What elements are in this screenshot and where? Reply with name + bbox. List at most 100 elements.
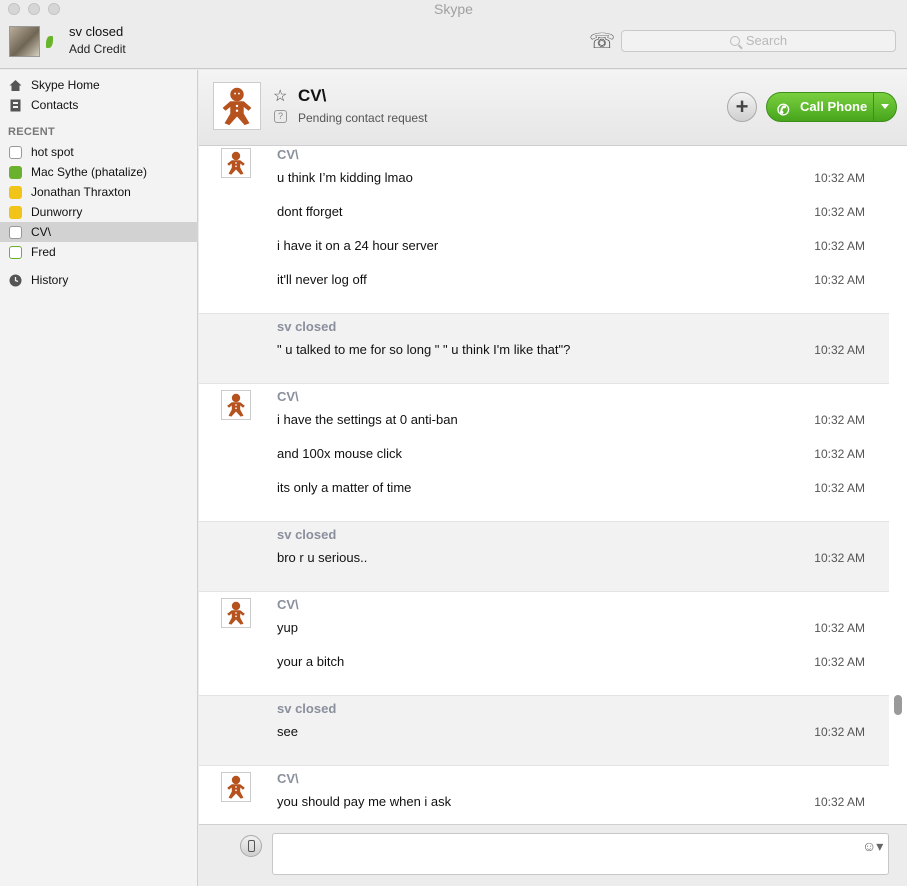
sender-name[interactable]: sv closed xyxy=(277,701,336,716)
sidebar-item-skype-home[interactable]: Skype Home xyxy=(0,75,198,95)
sidebar-item-label: Skype Home xyxy=(31,78,100,92)
message-text: i have the settings at 0 anti-ban xyxy=(277,412,458,427)
sender-avatar[interactable] xyxy=(221,772,251,802)
pending-status-icon xyxy=(9,226,22,239)
add-credit-link[interactable]: Add Credit xyxy=(69,42,126,56)
recent-item-fred[interactable]: Fred xyxy=(0,242,198,262)
my-name[interactable]: sv closed xyxy=(69,24,123,39)
message-group: CV\ yup 10:32 AM your a bitch 10:32 AM xyxy=(199,592,889,696)
message-timestamp: 10:32 AM xyxy=(814,239,865,253)
message-timestamp: 10:32 AM xyxy=(814,171,865,185)
title-bar: Skype xyxy=(0,0,907,20)
away-status-icon xyxy=(9,206,22,219)
sender-avatar[interactable] xyxy=(221,148,251,178)
sidebar: Skype Home Contacts RECENT hot spot Mac … xyxy=(0,70,198,886)
sender-avatar[interactable] xyxy=(221,390,251,420)
conversation-header: ☆ CV\ ? Pending contact request + ✆ Call… xyxy=(199,70,907,146)
phone-icon: ✆ xyxy=(777,102,790,119)
message-group: CV\ u think I’m kidding lmao 10:32 AM dont … xyxy=(199,146,889,314)
gingerbread-avatar-icon xyxy=(222,87,252,126)
message-group: sv closed " u talked to me for so long " … xyxy=(199,314,889,384)
message-text: and 100x mouse click xyxy=(277,446,403,461)
call-phone-label: Call Phone xyxy=(800,99,868,114)
sender-name[interactable]: CV\ xyxy=(277,771,299,786)
sidebar-item-contacts[interactable]: Contacts xyxy=(0,95,198,115)
message-text: you should pay me when i ask xyxy=(277,794,452,809)
message-scrollbar-thumb[interactable] xyxy=(894,695,902,715)
gingerbread-avatar-icon xyxy=(227,601,245,625)
sender-avatar[interactable] xyxy=(221,598,251,628)
send-sms-button[interactable] xyxy=(240,835,262,857)
call-options-dropdown[interactable] xyxy=(881,104,889,109)
message-timestamp: 10:32 AM xyxy=(814,725,865,739)
message-text: " u talked to me for so long " " u think… xyxy=(277,342,571,357)
message-timestamp: 10:32 AM xyxy=(814,795,865,809)
close-window-button[interactable] xyxy=(8,3,20,15)
message-timestamp: 10:32 AM xyxy=(814,343,865,357)
message-text: bro r u serious.. xyxy=(277,550,368,565)
contacts-book-icon xyxy=(10,99,21,112)
clock-icon xyxy=(9,274,22,287)
message-group: sv closed bro r u serious.. 10:32 AM xyxy=(199,522,889,592)
sidebar-item-history[interactable]: History xyxy=(0,270,198,290)
online-status-icon xyxy=(9,166,22,179)
recent-header: RECENT xyxy=(8,126,56,138)
message-scrollbar-track[interactable] xyxy=(889,146,907,824)
sidebar-item-label: Contacts xyxy=(31,98,79,112)
recent-item-label: CV\ xyxy=(31,225,52,239)
sender-name[interactable]: sv closed xyxy=(277,527,336,542)
emoticon-picker-icon[interactable]: ☺▾ xyxy=(862,838,895,855)
my-avatar[interactable] xyxy=(9,26,40,57)
online-status-icon[interactable] xyxy=(46,36,53,48)
recent-item-label: Dunworry xyxy=(31,205,83,219)
gingerbread-avatar-icon xyxy=(227,393,245,417)
recent-item-hot-spot[interactable]: hot spot xyxy=(0,142,198,162)
recent-item-jonathan-thraxton[interactable]: Jonathan Thraxton xyxy=(0,182,198,202)
recent-item-dunworry[interactable]: Dunworry xyxy=(0,202,198,222)
traffic-lights xyxy=(8,3,60,15)
search-icon xyxy=(729,36,740,46)
pending-status-icon xyxy=(9,146,22,159)
message-text: i have it on a 24 hour server xyxy=(277,238,439,253)
call-phone-button[interactable]: ✆ Call Phone xyxy=(766,92,897,122)
online-outline-status-icon xyxy=(9,246,22,259)
composer-bar: ☺▾ xyxy=(199,824,907,886)
sender-name[interactable]: CV\ xyxy=(277,389,299,404)
zoom-window-button[interactable] xyxy=(48,3,60,15)
sender-name[interactable]: CV\ xyxy=(277,147,299,162)
message-group: CV\ you should pay me when i ask 10:32 AM xyxy=(199,766,889,824)
search-placeholder: Search xyxy=(745,33,788,48)
message-timestamp: 10:32 AM xyxy=(814,655,865,669)
sender-name[interactable]: sv closed xyxy=(277,319,336,334)
conversation-pane: ☆ CV\ ? Pending contact request + ✆ Call… xyxy=(199,70,907,886)
message-text: its only a matter of time xyxy=(277,480,412,495)
pending-request-icon: ? xyxy=(274,110,287,123)
message-timestamp: 10:32 AM xyxy=(814,273,865,287)
window-title: Skype xyxy=(434,1,473,17)
message-list[interactable]: CV\ u think I’m kidding lmao 10:32 AM dont … xyxy=(199,146,889,824)
message-text: see xyxy=(277,724,298,739)
contact-name: CV\ xyxy=(298,86,327,105)
message-text: u think I’m kidding lmao xyxy=(277,170,413,185)
recent-item-cv[interactable]: CV\ xyxy=(0,222,198,242)
add-people-button[interactable]: + xyxy=(727,92,757,122)
favorite-star-icon[interactable]: ☆ xyxy=(273,86,287,106)
message-input[interactable] xyxy=(272,833,889,875)
search-input[interactable]: Search xyxy=(621,30,896,52)
sidebar-item-label: History xyxy=(31,273,69,287)
message-timestamp: 10:32 AM xyxy=(814,205,865,219)
recent-item-mac-sythe[interactable]: Mac Sythe (phatalize) xyxy=(0,162,198,182)
recent-item-label: hot spot xyxy=(31,145,74,159)
minimize-window-button[interactable] xyxy=(28,3,40,15)
top-toolbar: sv closed Add Credit ☏ Search xyxy=(0,20,907,69)
call-button-divider xyxy=(873,93,874,121)
contact-avatar[interactable] xyxy=(213,82,261,130)
dial-pad-icon[interactable]: ☏ xyxy=(589,31,615,53)
contact-status-text: Pending contact request xyxy=(298,111,428,125)
gingerbread-avatar-icon xyxy=(227,775,245,799)
recent-item-label: Fred xyxy=(31,245,56,259)
message-timestamp: 10:32 AM xyxy=(814,481,865,495)
mobile-phone-icon xyxy=(248,840,255,852)
message-group: sv closed see 10:32 AM xyxy=(199,696,889,766)
sender-name[interactable]: CV\ xyxy=(277,597,299,612)
